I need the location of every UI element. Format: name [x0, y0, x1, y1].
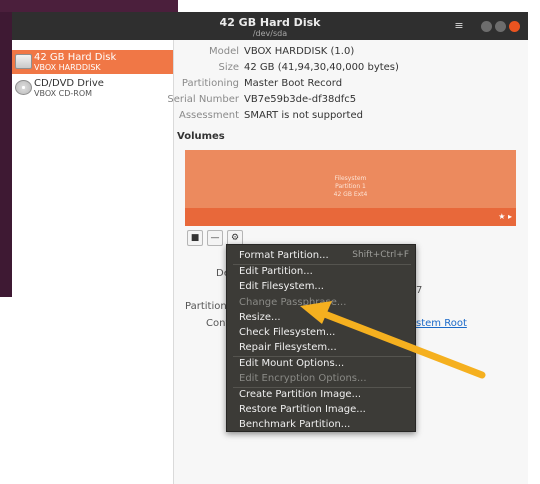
annotation-arrow	[300, 301, 486, 379]
arrow-shaft	[318, 309, 486, 379]
